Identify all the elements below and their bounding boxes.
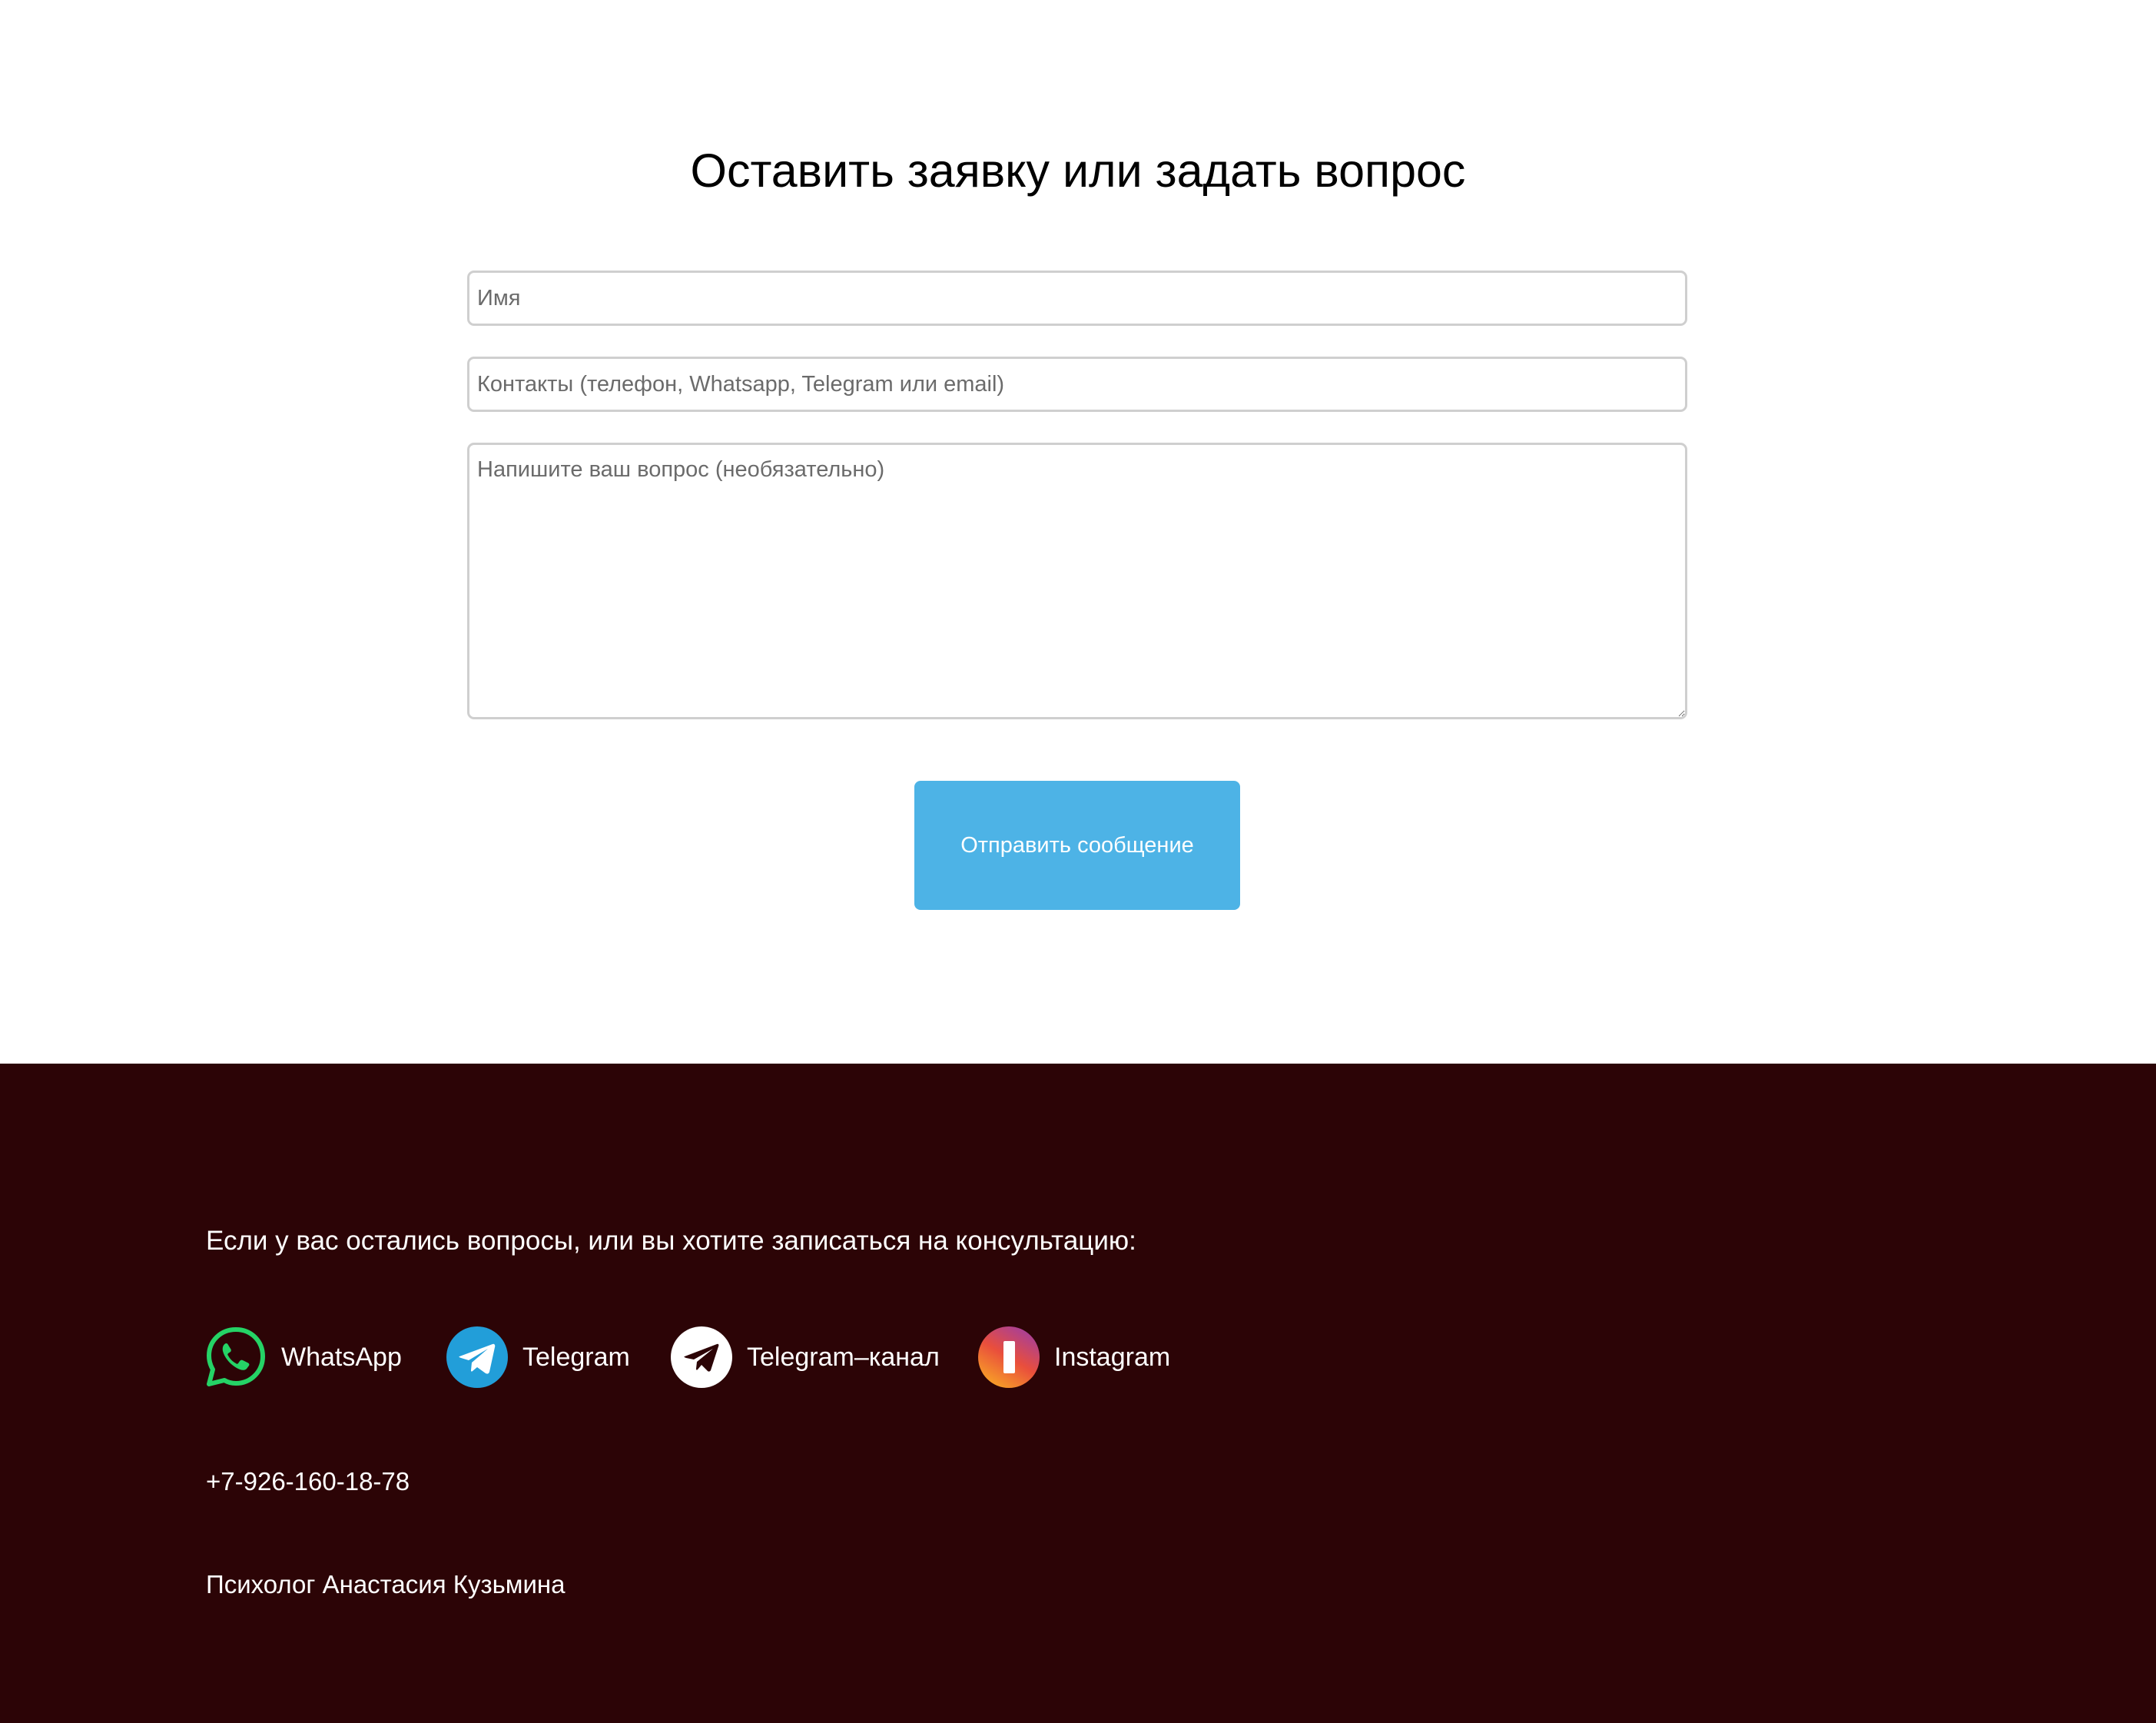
instagram-icon bbox=[978, 1326, 1040, 1388]
telegram-channel-label: Telegram–канал bbox=[747, 1342, 940, 1372]
contact-form-section: Оставить заявку или задать вопрос Отправ… bbox=[0, 0, 2156, 1064]
owner-name: Психолог Анастасия Кузьмина bbox=[206, 1570, 566, 1599]
form-title: Оставить заявку или задать вопрос bbox=[690, 144, 1466, 197]
phone-number[interactable]: +7-926-160-18-78 bbox=[206, 1463, 410, 1500]
instagram-link[interactable]: Instagram bbox=[977, 1325, 1170, 1389]
telegram-channel-link[interactable]: Telegram–канал bbox=[670, 1325, 940, 1389]
telegram-link[interactable]: Telegram bbox=[446, 1325, 630, 1389]
whatsapp-link[interactable]: WhatsApp bbox=[204, 1325, 402, 1389]
question-textarea[interactable] bbox=[467, 443, 1687, 719]
whatsapp-icon bbox=[207, 1327, 265, 1386]
footer-heading: Если у вас остались вопросы, или вы хоти… bbox=[206, 1226, 1136, 1256]
footer: Если у вас остались вопросы, или вы хоти… bbox=[0, 1064, 2156, 1723]
telegram-label: Telegram bbox=[522, 1342, 630, 1372]
name-input[interactable] bbox=[467, 271, 1687, 326]
telegram-icon bbox=[446, 1326, 508, 1388]
contacts-input[interactable] bbox=[467, 357, 1687, 412]
whatsapp-label: WhatsApp bbox=[281, 1342, 402, 1372]
submit-button[interactable]: Отправить сообщение bbox=[914, 781, 1240, 910]
instagram-label: Instagram bbox=[1054, 1342, 1171, 1372]
telegram-channel-icon bbox=[671, 1326, 732, 1388]
